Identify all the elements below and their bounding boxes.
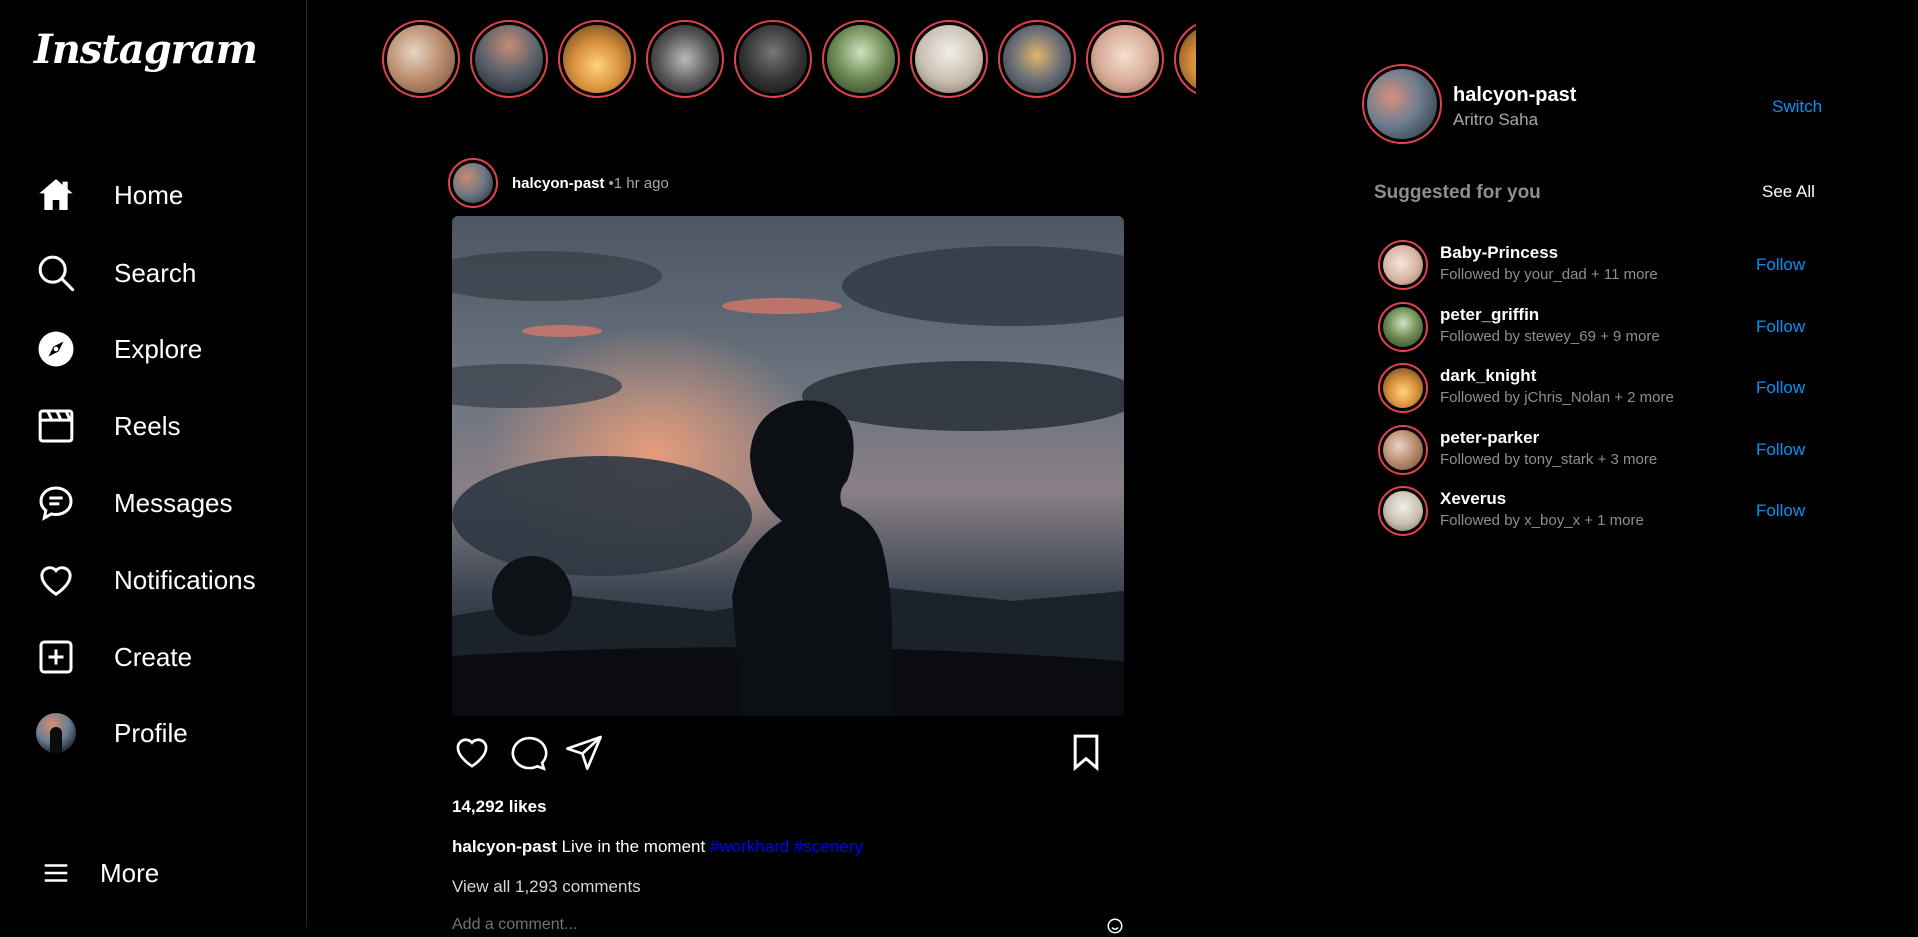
plus-square-icon [34, 635, 78, 679]
like-count[interactable]: 14,292 likes [452, 797, 547, 817]
emoji-icon[interactable] [1106, 917, 1124, 935]
nav-create[interactable]: Create [34, 629, 294, 685]
suggestions-heading: Suggested for you [1374, 182, 1541, 203]
suggestion-avatar[interactable] [1378, 240, 1428, 290]
caption-username[interactable]: halcyon-past [452, 837, 557, 856]
switch-account-button[interactable]: Switch [1772, 97, 1822, 117]
nav-label: Profile [114, 717, 188, 748]
suggestion-avatar[interactable] [1378, 363, 1428, 413]
save-button[interactable] [1066, 732, 1108, 774]
heart-icon [34, 558, 78, 602]
post-time: •1 hr ago [608, 174, 669, 192]
nav-label: More [100, 857, 160, 888]
current-user-avatar[interactable] [1362, 64, 1442, 144]
follow-button[interactable]: Follow [1756, 378, 1805, 398]
see-all-button[interactable]: See All [1762, 182, 1815, 202]
current-user-fullname: Aritro Saha [1453, 110, 1539, 129]
suggestion-subtext: Followed by jChris_Nolan + 2 more [1440, 389, 1674, 406]
hamburger-icon [34, 851, 78, 895]
search-icon [34, 251, 78, 295]
suggestion-subtext: Followed by x_boy_x + 1 more [1440, 512, 1644, 529]
bookmark-icon [1073, 734, 1099, 772]
suggestion-item: dark_knight Followed by jChris_Nolan + 2… [1378, 360, 1818, 416]
suggestion-username[interactable]: peter_griffin [1440, 305, 1539, 325]
story-item[interactable] [998, 20, 1076, 98]
instagram-logo[interactable]: Instagram [34, 26, 258, 73]
reels-icon [34, 404, 78, 448]
nav-label: Reels [114, 410, 181, 441]
follow-button[interactable]: Follow [1756, 317, 1805, 337]
nav-profile[interactable]: Profile [34, 705, 294, 761]
nav-notifications[interactable]: Notifications [34, 552, 294, 608]
post-username[interactable]: halcyon-past [512, 175, 605, 192]
nav-explore[interactable]: Explore [34, 321, 294, 377]
nav-label: Messages [114, 487, 233, 518]
send-icon [566, 735, 602, 770]
nav-label: Create [114, 641, 193, 672]
suggestion-username[interactable]: Xeverus [1440, 489, 1506, 509]
suggestion-avatar[interactable] [1378, 302, 1428, 352]
share-button[interactable] [564, 732, 606, 774]
nav-label: Explore [114, 333, 203, 364]
nav-more[interactable]: More [34, 845, 294, 901]
hashtag[interactable]: #scenery [794, 837, 863, 856]
suggestion-item: Xeverus Followed by x_boy_x + 1 more Fol… [1378, 483, 1818, 539]
story-item[interactable] [1086, 20, 1164, 98]
suggestion-subtext: Followed by your_dad + 11 more [1440, 266, 1658, 283]
stories-tray [382, 20, 1196, 100]
story-item[interactable] [910, 20, 988, 98]
follow-button[interactable]: Follow [1756, 440, 1805, 460]
post-caption: halcyon-past Live in the moment #workhar… [452, 837, 863, 857]
nav-label: Home [114, 179, 184, 210]
avatar [34, 711, 78, 755]
nav-home[interactable]: Home [34, 167, 294, 223]
suggestion-item: peter_griffin Followed by stewey_69 + 9 … [1378, 299, 1818, 355]
current-username[interactable]: halcyon-past [1453, 84, 1576, 107]
nav-reels[interactable]: Reels [34, 398, 294, 454]
suggestion-avatar[interactable] [1378, 425, 1428, 475]
post-actions [452, 732, 1124, 774]
suggestion-item: peter-parker Followed by tony_stark + 3 … [1378, 422, 1818, 478]
nav-label: Search [114, 257, 197, 288]
suggestion-avatar[interactable] [1378, 486, 1428, 536]
post-author-avatar[interactable] [448, 158, 498, 208]
story-item[interactable] [822, 20, 900, 98]
suggestion-username[interactable]: dark_knight [1440, 366, 1536, 386]
heart-icon [456, 738, 488, 768]
comment-icon [511, 736, 548, 771]
story-item[interactable] [734, 20, 812, 98]
follow-button[interactable]: Follow [1756, 255, 1805, 275]
post-image[interactable] [452, 216, 1124, 716]
story-item[interactable] [382, 20, 460, 98]
home-icon [34, 173, 78, 217]
comment-input[interactable] [452, 913, 1124, 937]
nav-label: Notifications [114, 564, 256, 595]
caption-text: Live in the moment [556, 837, 710, 856]
message-icon [34, 481, 78, 525]
sidebar: Instagram Home Search Explore Reels Mess… [0, 0, 307, 927]
view-comments-link[interactable]: View all 1,293 comments [452, 877, 641, 897]
story-item[interactable] [1174, 20, 1196, 98]
suggestion-username[interactable]: peter-parker [1440, 428, 1539, 448]
story-item[interactable] [646, 20, 724, 98]
like-button[interactable] [452, 732, 494, 774]
story-item[interactable] [470, 20, 548, 98]
story-item[interactable] [558, 20, 636, 98]
suggestion-subtext: Followed by stewey_69 + 9 more [1440, 328, 1660, 345]
suggestion-item: Baby-Princess Followed by your_dad + 11 … [1378, 237, 1818, 293]
suggestion-subtext: Followed by tony_stark + 3 more [1440, 451, 1658, 468]
follow-button[interactable]: Follow [1756, 501, 1805, 521]
post-header: halcyon-past •1 hr ago [448, 158, 669, 208]
hashtag[interactable]: #workhard [710, 837, 789, 856]
comment-button[interactable] [508, 732, 550, 774]
suggestion-username[interactable]: Baby-Princess [1440, 243, 1558, 263]
nav-search[interactable]: Search [34, 245, 294, 301]
nav-messages[interactable]: Messages [34, 475, 294, 531]
compass-icon [34, 327, 78, 371]
